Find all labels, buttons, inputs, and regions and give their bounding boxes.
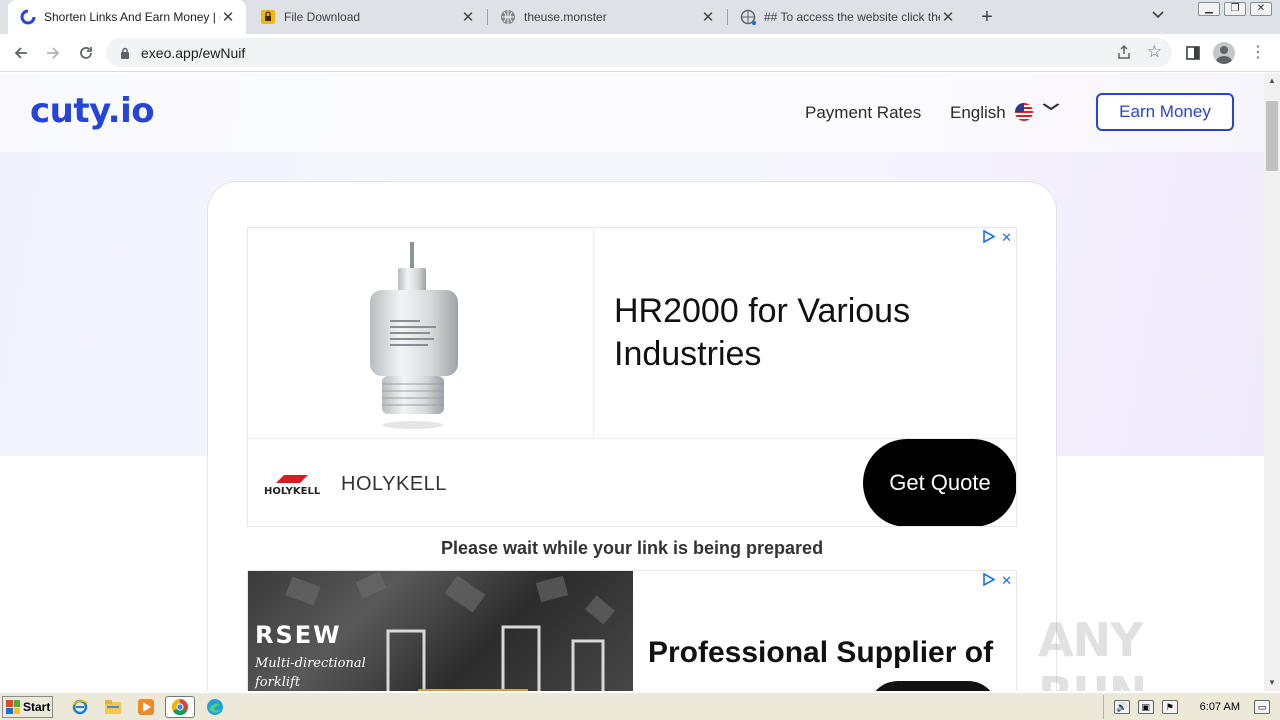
scroll-up-arrow-icon[interactable]: ▲ [1264,73,1280,89]
new-tab-button[interactable]: + [976,6,998,28]
page-viewport: cuty.io Payment Rates English Earn Money… [0,73,1264,691]
tab-title: File Download [284,10,361,24]
chevron-down-icon[interactable] [1042,99,1060,117]
ad-footer: HOLYKELL HOLYKELL Get Quote [248,438,1016,526]
wait-message: Please wait while your link is being pre… [440,538,824,558]
browser-toolbar: exeo.app/ewNuif ☆ ⋮ [0,34,1280,72]
chrome-taskbar-button[interactable] [165,696,195,718]
share-icon[interactable] [1116,44,1132,63]
minimize-button[interactable]: ▁ [1198,2,1220,16]
clock[interactable]: 6:07 AM [1200,701,1240,713]
network-icon[interactable]: ▣ [1137,700,1154,714]
reload-icon[interactable] [74,41,98,65]
globe-icon [500,9,516,25]
tab-file-download[interactable]: File Download ✕ [248,0,486,34]
forward-arrow-icon[interactable] [41,41,65,65]
tab-access-website[interactable]: ## To access the website click the "A ✕ [728,0,966,34]
windows-logo-icon [6,700,20,714]
advertisement-holykell[interactable]: ✕ HR2000 for Various Industries HOLYKELL… [247,227,1017,527]
page-scrollbar[interactable]: ▲ ▼ [1264,73,1280,691]
tab-theuse-monster[interactable]: theuse.monster ✕ [488,0,726,34]
forklift-image[interactable]: RSEW Multi-directional forklift [248,571,633,691]
close-icon[interactable]: ✕ [460,8,476,26]
adchoices-icon[interactable] [983,229,996,246]
start-button[interactable]: Start [2,696,53,718]
close-icon[interactable]: ✕ [220,8,236,26]
tab-title: Shorten Links And Earn Money | cuty [44,10,220,24]
tab-title: ## To access the website click the "A [764,10,940,24]
back-arrow-icon[interactable] [9,41,33,65]
lock-icon[interactable] [120,46,130,64]
windows-taskbar: Start 🔊 ▣ ⚑ 6:07 AM ▭ [0,692,1280,720]
us-flag-icon [1015,103,1033,121]
edge-icon[interactable] [206,698,224,716]
flag-icon[interactable]: ⚑ [1161,700,1178,714]
tab-cuty[interactable]: Shorten Links And Earn Money | cuty ✕ [8,0,246,34]
ad-cta-button[interactable] [868,681,998,691]
volume-icon[interactable]: 🔊 [1113,700,1130,714]
internet-explorer-icon[interactable] [71,698,89,716]
rsew-logo: RSEW [255,621,342,649]
scroll-down-arrow-icon[interactable]: ▼ [1264,675,1280,691]
ad-tagline: forklift [255,675,301,690]
advertisement-rsew[interactable]: RSEW Multi-directional forklift ✕ Profes… [247,570,1017,691]
globe-loading-icon [740,9,757,26]
close-icon[interactable]: ✕ [940,8,956,26]
earn-money-button[interactable]: Earn Money [1096,93,1234,131]
holykell-logo[interactable]: HOLYKELL [264,473,326,502]
menu-kebab-icon[interactable]: ⋮ [1246,41,1270,65]
ad-headline[interactable]: HR2000 for Various Industries [614,290,994,376]
ad-choices[interactable]: ✕ [983,229,1012,246]
media-player-icon[interactable] [137,698,155,716]
get-quote-button[interactable]: Get Quote [863,439,1016,526]
ad-close-icon[interactable]: ✕ [1001,230,1012,246]
ad-tagline: Multi-directional [255,656,366,671]
scroll-thumb[interactable] [1266,101,1278,171]
close-icon[interactable]: ✕ [700,8,716,26]
nav-payment-rates[interactable]: Payment Rates [805,103,921,123]
url-text[interactable]: exeo.app/ewNuif [141,45,245,61]
ad-brand-name[interactable]: HOLYKELL [341,473,447,496]
file-explorer-icon[interactable] [104,698,122,716]
address-bar[interactable]: exeo.app/ewNuif ☆ [106,38,1172,67]
window-controls: ▁ ❐ ✕ [1198,2,1272,16]
ad-close-icon[interactable]: ✕ [1001,573,1012,589]
side-panel-icon[interactable] [1181,41,1205,65]
show-desktop-icon[interactable]: ▭ [1254,700,1270,714]
browser-tab-strip: Shorten Links And Earn Money | cuty ✕ Fi… [0,0,1280,34]
avatar [1213,42,1235,64]
ad-headline[interactable]: Professional Supplier of [648,633,998,673]
site-logo[interactable]: cuty.io [30,91,155,131]
profile-icon[interactable] [1213,41,1237,65]
tab-search-chevron-icon[interactable] [1152,8,1164,22]
language-selector[interactable]: English [950,103,1006,123]
system-tray: 🔊 ▣ ⚑ 6:07 AM ▭ [1102,695,1280,719]
close-window-button[interactable]: ✕ [1250,2,1272,16]
cuty-icon [20,9,36,25]
adchoices-icon[interactable] [983,572,996,589]
product-image[interactable] [248,228,594,438]
bookmark-star-icon[interactable]: ☆ [1147,42,1162,62]
chrome-icon [171,698,188,716]
ad-choices[interactable]: ✕ [983,572,1012,589]
holykell-logo-text: HOLYKELL [264,486,321,497]
tab-title: theuse.monster [524,10,607,24]
start-label: Start [23,700,51,714]
anyrun-watermark: ANY RUN [1038,613,1147,691]
lock-file-icon [260,9,276,25]
site-header: cuty.io Payment Rates English Earn Money [0,73,1264,152]
restore-button[interactable]: ❐ [1224,2,1246,16]
